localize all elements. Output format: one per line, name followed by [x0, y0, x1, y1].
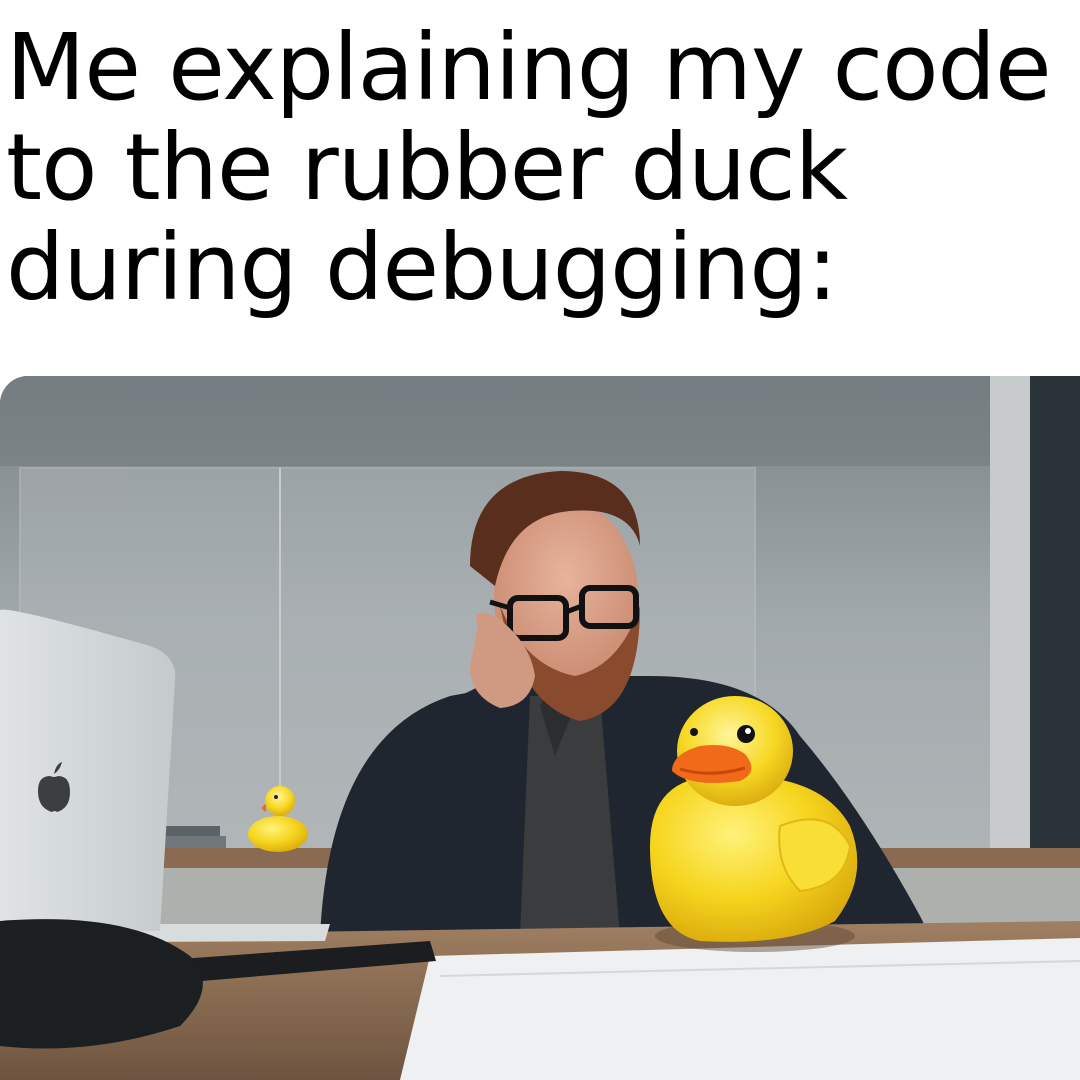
duck-eye-highlight: [745, 728, 751, 734]
papers: [400, 938, 1080, 1080]
caption-line-1: Me explaining my code: [6, 14, 1052, 121]
duck-eye: [737, 725, 755, 743]
meme-photo: [0, 376, 1080, 1080]
photo-scene: [0, 376, 1080, 1080]
meme-caption: Me explaining my code to the rubber duck…: [6, 18, 1076, 318]
meme: Me explaining my code to the rubber duck…: [0, 0, 1080, 1080]
caption-line-3: during debugging:: [6, 214, 838, 321]
caption-line-2: to the rubber duck: [6, 114, 848, 221]
duck-eye-far: [690, 728, 698, 736]
laptop-lid: [0, 609, 176, 931]
ceiling-shadow: [0, 376, 1080, 466]
laptop: [0, 609, 176, 931]
